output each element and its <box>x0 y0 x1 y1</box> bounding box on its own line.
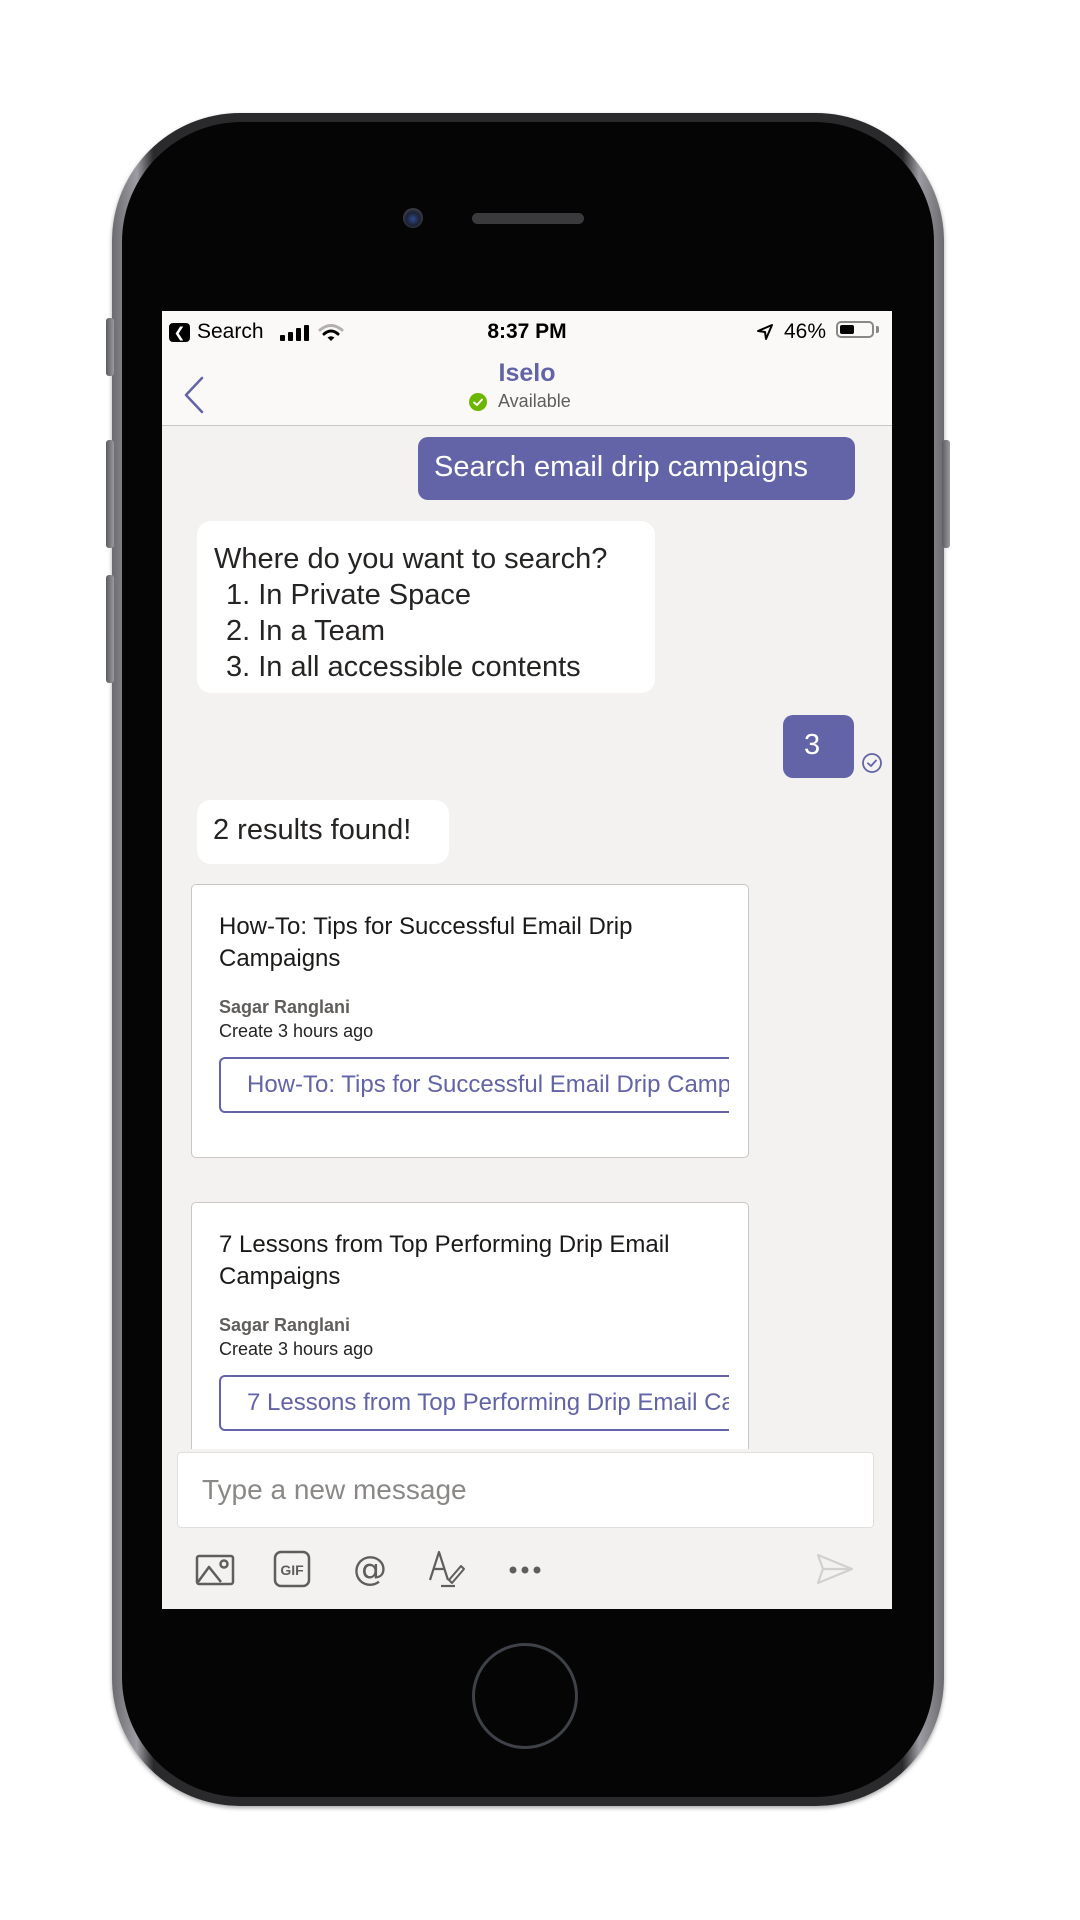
image-icon <box>195 1554 235 1586</box>
battery-level <box>840 325 854 334</box>
app-screen: ❮ Search 8:37 PM 46% Iselo Available Sea… <box>162 311 892 1609</box>
composer: GIF @ <box>162 1449 892 1609</box>
send-button[interactable] <box>815 1550 855 1588</box>
send-icon <box>816 1553 854 1585</box>
result-created: Create 3 hours ago <box>219 1339 374 1359</box>
home-button[interactable] <box>472 1643 578 1749</box>
location-arrow-icon <box>757 324 773 340</box>
power-button <box>942 440 950 548</box>
result-author: Sagar Ranglani <box>219 1315 351 1335</box>
gif-button[interactable]: GIF <box>272 1550 312 1588</box>
chat-header: Iselo Available <box>162 351 892 426</box>
message-input[interactable] <box>177 1452 874 1528</box>
volume-up-button <box>106 440 114 548</box>
result-title: 7 Lessons from Top Performing Drip Email… <box>219 1231 670 1290</box>
option-item: 1. In Private Space <box>226 579 472 611</box>
format-icon <box>428 1550 465 1588</box>
mute-switch <box>106 318 114 376</box>
result-created: Create 3 hours ago <box>219 1021 374 1041</box>
clock: 8:37 PM <box>487 320 567 343</box>
result-author: Sagar Ranglani <box>219 997 351 1017</box>
gif-icon: GIF <box>273 1550 311 1588</box>
message-outgoing[interactable]: 3 <box>783 715 854 778</box>
status-bar: ❮ Search 8:37 PM 46% <box>162 311 892 351</box>
message-outgoing[interactable]: Search email drip campaigns <box>418 437 855 500</box>
battery-icon <box>836 321 874 338</box>
battery-tip <box>876 326 879 333</box>
result-title: How-To: Tips for Successful Email Drip C… <box>219 913 633 972</box>
mention-button[interactable]: @ <box>350 1549 390 1589</box>
message-incoming[interactable]: 2 results found! <box>197 800 449 864</box>
message-incoming[interactable]: Where do you want to search? 1. In Priva… <box>197 521 655 693</box>
front-camera <box>403 208 423 228</box>
message-text: Where do you want to search? <box>214 543 608 575</box>
result-card: How-To: Tips for Successful Email Drip C… <box>191 884 749 1158</box>
chat-title[interactable]: Iselo <box>162 359 892 388</box>
volume-down-button <box>106 575 114 683</box>
open-result-button[interactable]: How-To: Tips for Successful Email Drip C… <box>219 1057 729 1113</box>
earpiece-speaker <box>472 213 584 224</box>
svg-text:GIF: GIF <box>280 1562 304 1578</box>
option-item: 3. In all accessible contents <box>226 651 581 683</box>
option-item: 2. In a Team <box>226 615 386 647</box>
battery-percent: 46% <box>784 320 827 343</box>
presence-available-icon <box>469 393 487 411</box>
more-icon <box>509 1566 541 1574</box>
presence-status: Available <box>498 391 571 411</box>
format-button[interactable] <box>427 1550 467 1588</box>
open-result-button[interactable]: 7 Lessons from Top Performing Drip Email… <box>219 1375 729 1431</box>
mention-icon: @ <box>353 1549 387 1589</box>
svg-text:@: @ <box>353 1550 387 1588</box>
result-card: 7 Lessons from Top Performing Drip Email… <box>191 1202 749 1462</box>
more-button[interactable] <box>505 1550 545 1588</box>
image-button[interactable] <box>195 1550 235 1588</box>
read-receipt-check-icon <box>862 753 882 773</box>
